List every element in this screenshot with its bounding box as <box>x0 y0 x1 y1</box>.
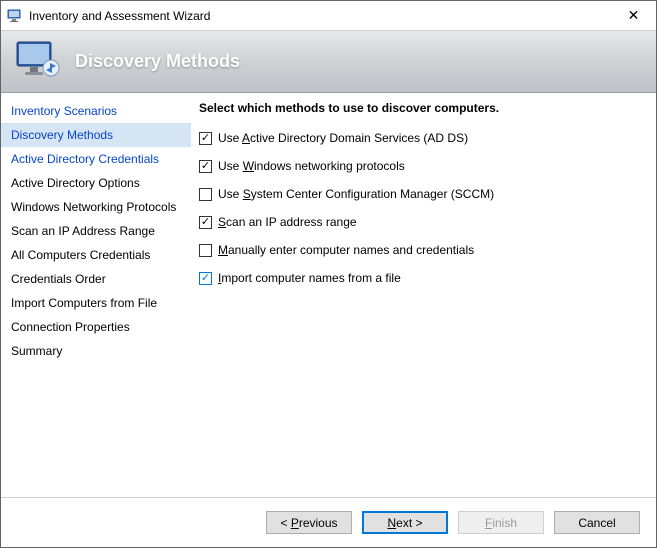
wizard-banner: Discovery Methods <box>1 31 656 93</box>
discovery-option-2: Use System Center Configuration Manager … <box>199 187 640 201</box>
sidebar-item-3: Active Directory Options <box>1 171 191 195</box>
sidebar-item-5: Scan an IP Address Range <box>1 219 191 243</box>
titlebar: Inventory and Assessment Wizard ✕ <box>1 1 656 31</box>
discovery-option-0: ✓ Use Active Directory Domain Services (A… <box>199 131 640 145</box>
discovery-option-5: ✓ Import computer names from a file <box>199 271 640 285</box>
checkbox-5[interactable]: ✓ <box>199 272 212 285</box>
sidebar-item-2[interactable]: Active Directory Credentials <box>1 147 191 171</box>
option-label-3[interactable]: Scan an IP address range <box>218 215 357 229</box>
sidebar-item-8: Import Computers from File <box>1 291 191 315</box>
check-icon: ✓ <box>201 132 210 145</box>
checkbox-4[interactable] <box>199 244 212 257</box>
option-label-1[interactable]: Use Windows networking protocols <box>218 159 405 173</box>
window-title: Inventory and Assessment Wizard <box>29 9 611 23</box>
sidebar-item-9: Connection Properties <box>1 315 191 339</box>
next-button[interactable]: Next > <box>362 511 448 534</box>
app-icon <box>7 8 23 24</box>
sidebar-item-0[interactable]: Inventory Scenarios <box>1 99 191 123</box>
finish-button: Finish <box>458 511 544 534</box>
option-label-5[interactable]: Import computer names from a file <box>218 271 401 285</box>
checkbox-0[interactable]: ✓ <box>199 132 212 145</box>
discovery-option-3: ✓ Scan an IP address range <box>199 215 640 229</box>
wizard-footer: < Previous Next > Finish Cancel <box>1 497 656 547</box>
option-label-4[interactable]: Manually enter computer names and creden… <box>218 243 474 257</box>
sidebar-item-6: All Computers Credentials <box>1 243 191 267</box>
sidebar-item-1[interactable]: Discovery Methods <box>1 123 191 147</box>
check-icon: ✓ <box>201 272 210 285</box>
checkbox-1[interactable]: ✓ <box>199 160 212 173</box>
checkbox-2[interactable] <box>199 188 212 201</box>
discovery-option-4: Manually enter computer names and creden… <box>199 243 640 257</box>
monitor-icon <box>15 38 61 85</box>
option-label-2[interactable]: Use System Center Configuration Manager … <box>218 187 494 201</box>
sidebar-item-10: Summary <box>1 339 191 363</box>
checkbox-3[interactable]: ✓ <box>199 216 212 229</box>
close-icon: ✕ <box>628 7 640 24</box>
sidebar-item-7: Credentials Order <box>1 267 191 291</box>
check-icon: ✓ <box>201 160 210 173</box>
banner-heading: Discovery Methods <box>75 51 240 72</box>
option-label-0[interactable]: Use Active Directory Domain Services (AD… <box>218 131 468 145</box>
check-icon: ✓ <box>201 216 210 229</box>
wizard-main: Select which methods to use to discover … <box>191 93 656 497</box>
sidebar-item-4: Windows Networking Protocols <box>1 195 191 219</box>
discovery-option-1: ✓ Use Windows networking protocols <box>199 159 640 173</box>
wizard-body: Inventory ScenariosDiscovery MethodsActi… <box>1 93 656 497</box>
wizard-sidebar: Inventory ScenariosDiscovery MethodsActi… <box>1 93 191 497</box>
main-heading: Select which methods to use to discover … <box>199 101 640 115</box>
cancel-button[interactable]: Cancel <box>554 511 640 534</box>
discovery-options: ✓ Use Active Directory Domain Services (A… <box>199 131 640 285</box>
close-button[interactable]: ✕ <box>611 1 656 31</box>
previous-button[interactable]: < Previous <box>266 511 352 534</box>
